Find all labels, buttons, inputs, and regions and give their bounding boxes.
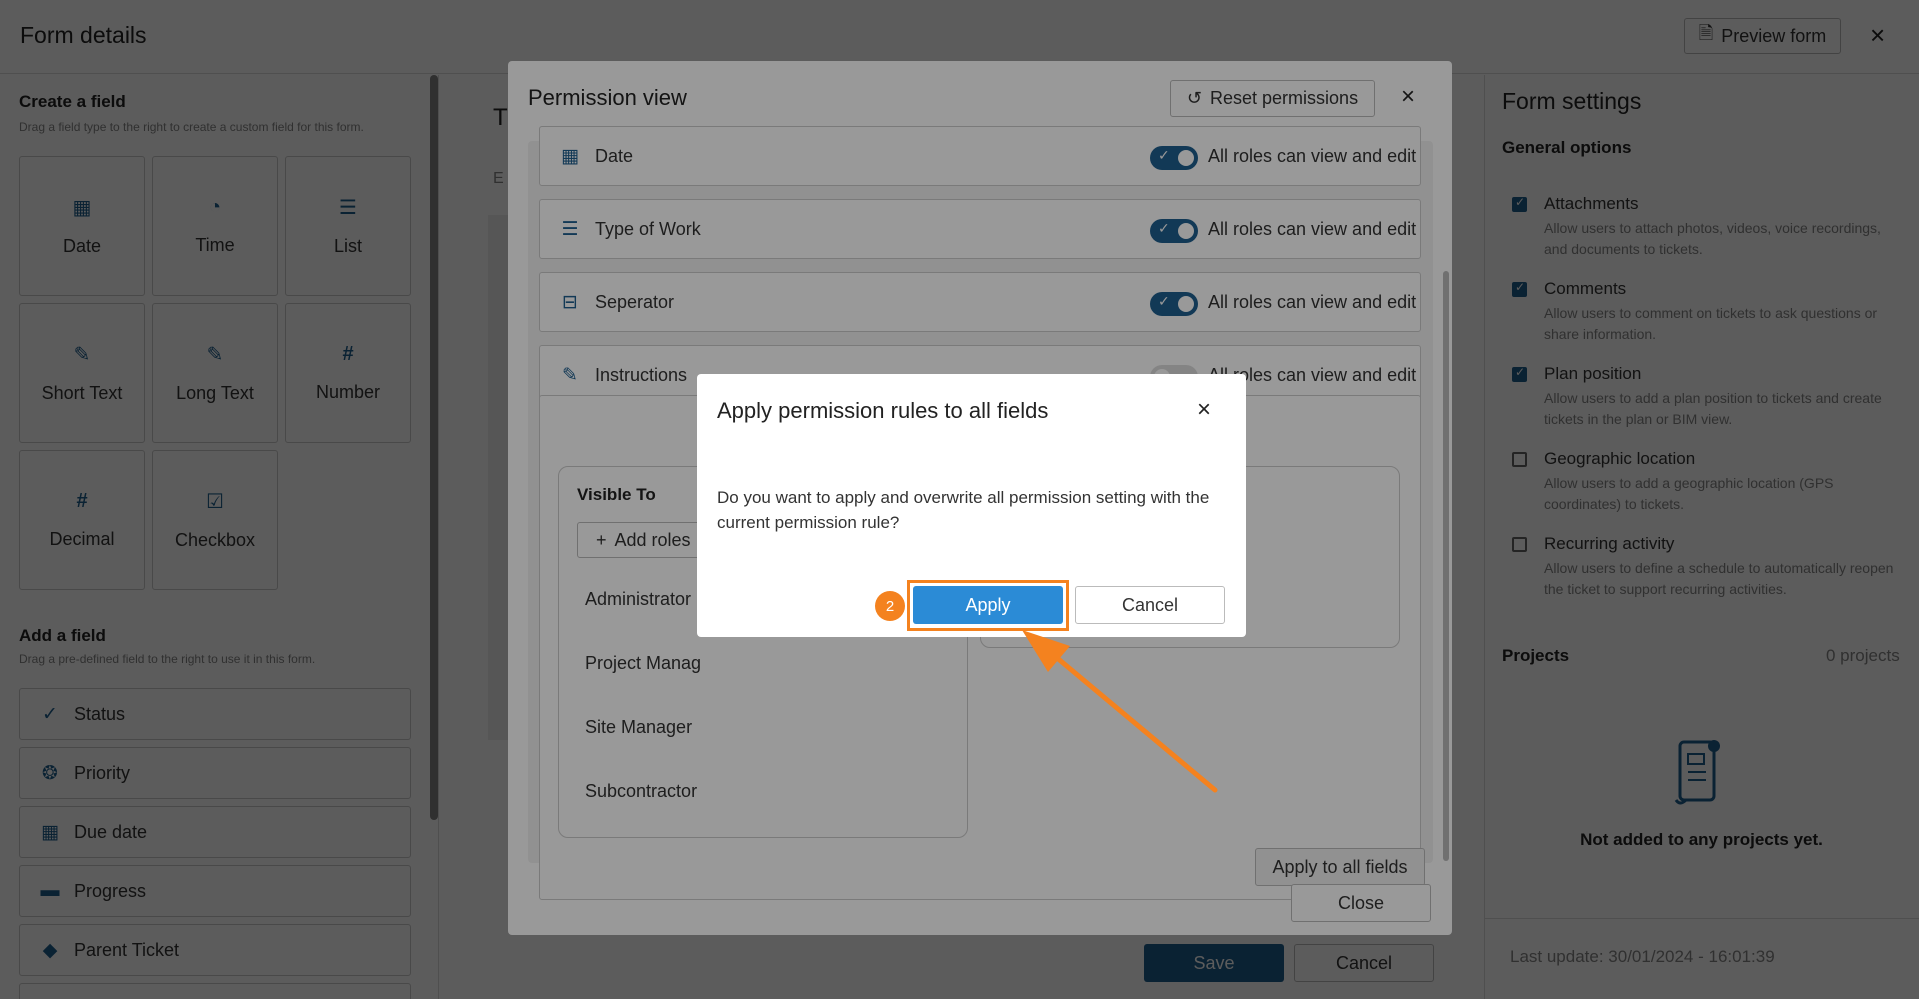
dialog-title: Apply permission rules to all fields <box>717 398 1049 423</box>
step-number-badge: 2 <box>875 591 905 621</box>
dialog-cancel-button[interactable]: Cancel <box>1075 586 1225 624</box>
dialog-message: Do you want to apply and overwrite all p… <box>717 488 1210 532</box>
apply-permission-dialog: Apply permission rules to all fields × D… <box>697 374 1246 637</box>
apply-button[interactable]: Apply <box>913 586 1063 624</box>
close-icon[interactable]: × <box>1197 398 1211 422</box>
